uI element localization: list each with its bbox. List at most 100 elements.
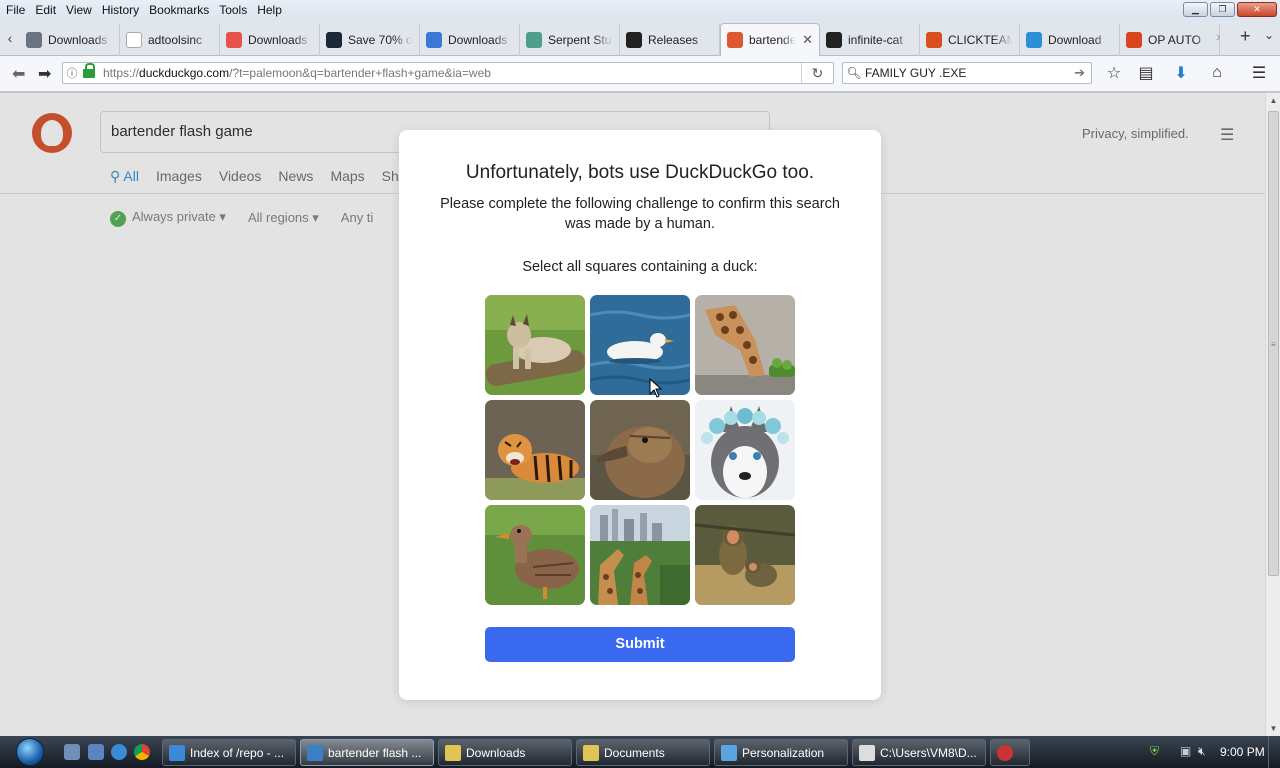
network-icon[interactable]: ▣ xyxy=(1180,744,1191,758)
captcha-tile[interactable] xyxy=(590,505,690,605)
github-icon xyxy=(626,31,642,48)
captcha-image-grid xyxy=(485,295,795,605)
web-search-input[interactable]: FAMILY GUY .EXE xyxy=(865,66,966,80)
monkeys-image xyxy=(695,505,795,605)
menu-bar: File Edit View History Bookmarks Tools H… xyxy=(0,0,1280,20)
browser-tab[interactable]: Download xyxy=(1020,23,1120,56)
captcha-tile[interactable] xyxy=(695,400,795,500)
menu-tools[interactable]: Tools xyxy=(214,0,252,20)
home-icon[interactable]: ⌂ xyxy=(1207,63,1227,83)
captcha-tile[interactable] xyxy=(485,505,585,605)
taskbar-item[interactable]: Documents xyxy=(576,739,710,766)
security-icon[interactable]: ⛨ xyxy=(1150,744,1159,759)
taskbar-item[interactable]: Index of /repo - ... xyxy=(162,739,296,766)
taskbar-item[interactable]: bartender flash ... xyxy=(300,739,434,766)
menu-file[interactable]: File xyxy=(0,0,30,20)
taskbar: Index of /repo - ... bartender flash ... D… xyxy=(0,736,1280,768)
browser-tab[interactable]: infinite-cat xyxy=(820,23,920,56)
taskbar-item[interactable]: Personalization xyxy=(714,739,848,766)
taskbar-item[interactable]: Downloads xyxy=(438,739,572,766)
search-go-icon[interactable]: ➔ xyxy=(1074,65,1085,81)
clickteam-icon xyxy=(926,31,942,48)
url-bar[interactable]: ⓘ https://duckduckgo.com/?t=palemoon&q=b… xyxy=(62,62,834,84)
captcha-tile[interactable] xyxy=(590,400,690,500)
volume-muted-icon[interactable]: 🔇︎ xyxy=(1198,744,1206,759)
captcha-tile[interactable] xyxy=(485,295,585,395)
taskbar-item-label: bartender flash ... xyxy=(328,745,422,760)
tab-scroll-right-button[interactable]: › xyxy=(1216,28,1221,44)
browser-tab[interactable]: Downloads xyxy=(220,23,320,56)
windows-start-icon xyxy=(16,738,44,766)
captcha-tile[interactable] xyxy=(590,295,690,395)
tab-scroll-left-button[interactable]: ‹ xyxy=(0,30,20,46)
menu-view[interactable]: View xyxy=(61,0,97,20)
window-controls: ▁ ❐ ✕ xyxy=(1183,2,1277,17)
captcha-tile[interactable] xyxy=(485,400,585,500)
show-desktop-button[interactable] xyxy=(1268,736,1280,768)
captcha-tile[interactable] xyxy=(695,505,795,605)
switch-windows-icon[interactable] xyxy=(88,744,104,760)
url-text[interactable]: https://duckduckgo.com/?t=palemoon&q=bar… xyxy=(103,66,491,80)
browser-tab[interactable]: Save 70% on xyxy=(320,23,420,56)
new-tab-button[interactable]: + xyxy=(1240,26,1251,47)
minimize-button[interactable]: ▁ xyxy=(1183,2,1208,17)
taskbar-item[interactable] xyxy=(990,739,1030,766)
back-button[interactable]: ⬅ xyxy=(12,64,25,84)
submit-button[interactable]: Submit xyxy=(485,627,795,662)
tab-label: Serpent Stu xyxy=(548,32,612,47)
taskbar-item-label: C:\Users\VM8\D... xyxy=(880,745,977,760)
menu-help[interactable]: Help xyxy=(252,0,287,20)
vertical-scrollbar[interactable]: ▲ ≡ ▼ xyxy=(1265,93,1280,736)
downloads-icon[interactable]: ⬇ xyxy=(1171,63,1191,83)
bookmarks-list-icon[interactable]: ▤ xyxy=(1136,63,1156,83)
back-arrow-icon: ⬅ xyxy=(12,66,26,83)
web-search-bar[interactable]: 🔍︎ FAMILY GUY .EXE ➔ xyxy=(842,62,1092,84)
tab-label: bartender xyxy=(749,32,797,47)
captcha-tile[interactable] xyxy=(695,295,795,395)
tab-label: CLICKTEAM xyxy=(948,32,1013,47)
search-icon: 🔍︎ xyxy=(846,66,862,80)
browser-tab[interactable]: Releases xyxy=(620,23,720,56)
main-menu-icon[interactable]: ☰ xyxy=(1249,63,1269,83)
close-icon: ✕ xyxy=(1253,4,1261,14)
browser-tab[interactable]: OP AUTO xyxy=(1120,23,1220,56)
forward-arrow-icon: ➡ xyxy=(38,66,52,83)
bookmark-star-icon[interactable]: ☆ xyxy=(1104,63,1124,83)
browser-tab[interactable]: adtoolsinc xyxy=(120,23,220,56)
forward-button[interactable]: ➡ xyxy=(38,64,51,84)
tab-close-icon[interactable]: ✕ xyxy=(802,32,813,48)
browser-tab[interactable]: Downloads xyxy=(20,23,120,56)
menu-edit[interactable]: Edit xyxy=(30,0,61,20)
download-icon xyxy=(226,31,242,48)
tab-list-button[interactable]: ⌄ xyxy=(1264,28,1274,42)
menu-history[interactable]: History xyxy=(97,0,144,20)
scroll-grip-icon: ≡ xyxy=(1271,340,1276,349)
start-button[interactable] xyxy=(8,737,52,767)
browser-tab[interactable]: CLICKTEAM xyxy=(920,23,1020,56)
ie-icon xyxy=(169,744,185,761)
close-window-button[interactable]: ✕ xyxy=(1237,2,1277,17)
browser-tab[interactable]: Downloads xyxy=(420,23,520,56)
tiger-image xyxy=(485,400,585,500)
personalization-icon xyxy=(721,744,737,761)
reload-button[interactable]: ↻ xyxy=(801,63,833,83)
taskbar-item-label: Personalization xyxy=(742,745,825,760)
site-info-icon[interactable]: ⓘ xyxy=(63,65,81,81)
scroll-up-arrow-icon[interactable]: ▲ xyxy=(1266,93,1280,108)
taskbar-item[interactable]: C:\Users\VM8\D... xyxy=(852,739,986,766)
7zip-icon xyxy=(859,744,875,761)
tab-active[interactable]: bartender ✕ xyxy=(720,22,820,56)
maximize-button[interactable]: ❐ xyxy=(1210,2,1235,17)
show-desktop-quick-icon[interactable] xyxy=(64,744,80,760)
record-icon xyxy=(997,744,1013,761)
url-scheme: https:// xyxy=(103,66,140,80)
chrome-icon[interactable] xyxy=(134,744,150,760)
scroll-down-arrow-icon[interactable]: ▼ xyxy=(1266,721,1280,736)
menu-bookmarks[interactable]: Bookmarks xyxy=(144,0,214,20)
mouse-cursor-icon xyxy=(649,378,663,398)
duckduckgo-icon xyxy=(727,31,743,48)
internet-explorer-icon[interactable] xyxy=(111,744,127,760)
browser-tab[interactable]: Serpent Stu xyxy=(520,23,620,56)
tab-label: OP AUTO xyxy=(1148,32,1201,47)
clock[interactable]: 9:00 PM xyxy=(1220,745,1265,759)
